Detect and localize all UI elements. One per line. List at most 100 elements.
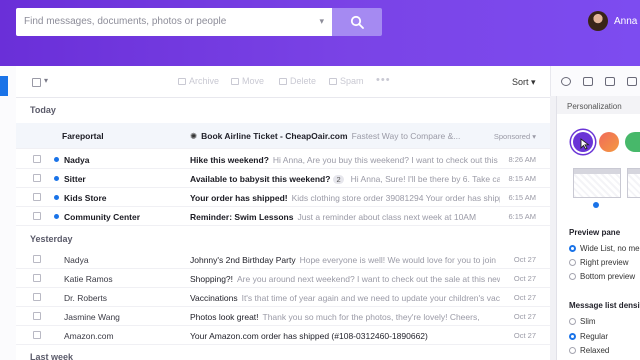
select-all-checkbox[interactable]	[32, 78, 41, 87]
preview-option-wide[interactable]: Wide List, no me	[569, 244, 640, 253]
row-subject: Hike this weekend?	[190, 155, 269, 165]
row-preview: Thank you so much for the photos, they'r…	[262, 312, 480, 322]
app-header: Find messages, documents, photos or peop…	[0, 0, 640, 66]
thumb-bar	[628, 169, 640, 174]
more-button[interactable]: •••	[376, 74, 391, 86]
folder-icon	[231, 78, 239, 85]
delete-button[interactable]: Delete	[279, 76, 316, 86]
contacts-icon[interactable]	[605, 77, 615, 86]
thumb-bar	[574, 169, 620, 174]
row-time: 8:15 AM	[508, 174, 536, 183]
unread-dot[interactable]	[54, 176, 59, 181]
theme-swatch-green[interactable]	[625, 132, 640, 152]
row-checkbox[interactable]	[33, 255, 41, 263]
row-checkbox[interactable]	[33, 174, 41, 182]
personalization-panel: Personalization Preview pane Wide List, …	[556, 96, 640, 360]
table-row[interactable]: Dr. Roberts Vaccinations It's that time of…	[16, 288, 550, 307]
density-option-slim[interactable]: Slim	[569, 317, 596, 326]
row-checkbox[interactable]	[33, 155, 41, 163]
panel-toolbar	[550, 66, 640, 96]
unread-dot[interactable]	[54, 214, 59, 219]
row-preview: Hi Anna, Are you buy this weekend? I wan…	[272, 155, 498, 165]
density-option-relaxed[interactable]: Relaxed	[569, 346, 609, 355]
notepad-icon[interactable]	[627, 77, 637, 86]
avatar[interactable]	[588, 11, 608, 31]
section-last-week: Last week	[30, 352, 74, 360]
row-subject: Your Amazon.com order has shipped (#108-…	[190, 331, 428, 341]
cursor-icon	[580, 138, 590, 150]
radio-selected	[569, 333, 576, 340]
row-subject: Shopping?!	[190, 274, 234, 284]
preview-option-bottom[interactable]: Bottom preview	[569, 272, 635, 281]
row-preview: Just a reminder about class next week at…	[297, 212, 477, 222]
layout-selected-indicator	[593, 202, 599, 208]
search-button[interactable]	[332, 8, 382, 36]
table-row[interactable]: Katie Ramos Shopping?! Are you around next…	[16, 269, 550, 288]
row-sender: Sitter	[64, 174, 86, 184]
row-checkbox[interactable]	[33, 312, 41, 320]
table-row[interactable]: Community Center Reminder: Swim Lessons Ju…	[16, 207, 550, 226]
table-row[interactable]: Amazon.com Your Amazon.com order has ship…	[16, 326, 550, 345]
spam-button[interactable]: Spam	[329, 76, 364, 86]
row-time: Oct 27	[513, 293, 536, 302]
row-checkbox[interactable]	[33, 193, 41, 201]
unread-dot[interactable]	[54, 195, 59, 200]
layout-thumb-list[interactable]	[573, 168, 621, 198]
table-row[interactable]: Sitter Available to babysit this weekend?…	[16, 169, 550, 188]
chevron-down-icon[interactable]: ▾	[44, 76, 48, 85]
radio	[569, 318, 576, 325]
sponsored-row[interactable]: Fareportal ✺ Book Airline Ticket - CheapO…	[16, 123, 550, 149]
row-sender: Nadya	[64, 255, 89, 265]
row-time: Oct 27	[513, 255, 536, 264]
calendar-icon[interactable]	[583, 77, 593, 86]
layout-thumb-preview[interactable]	[627, 168, 640, 198]
row-line: Photos look great! Thank you so much for …	[190, 312, 500, 322]
inbox-nav-indicator[interactable]	[0, 76, 8, 96]
row-sender: Jasmine Wang	[64, 312, 120, 322]
row-checkbox[interactable]	[33, 274, 41, 282]
archive-button[interactable]: Archive	[178, 76, 219, 86]
search-input[interactable]: Find messages, documents, photos or peop…	[16, 8, 332, 36]
search-placeholder: Find messages, documents, photos or peop…	[24, 16, 227, 27]
row-subject: Photos look great!	[190, 312, 259, 322]
row-time: Oct 27	[513, 312, 536, 321]
trash-icon	[279, 78, 287, 85]
radio-selected	[569, 245, 576, 252]
table-row[interactable]: Kids Store Your order has shipped! Kids cl…	[16, 188, 550, 207]
row-sender: Dr. Roberts	[64, 293, 107, 303]
table-row[interactable]: Jasmine Wang Photos look great! Thank you …	[16, 307, 550, 326]
row-sender: Amazon.com	[64, 331, 114, 341]
chevron-down-icon[interactable]: ▾	[319, 16, 324, 27]
density-heading: Message list densit	[569, 301, 640, 310]
row-subject: Your order has shipped!	[190, 193, 288, 203]
table-row[interactable]: Nadya Johnny's 2nd Birthday Party Hope eve…	[16, 250, 550, 269]
row-subject: Johnny's 2nd Birthday Party	[190, 255, 296, 265]
row-line: Your Amazon.com order has shipped (#108-…	[190, 331, 500, 341]
table-row[interactable]: Nadya Hike this weekend? Hi Anna, Are you …	[16, 150, 550, 169]
unread-dot[interactable]	[54, 157, 59, 162]
user-name[interactable]: Anna	[614, 16, 637, 27]
row-sender: Community Center	[64, 212, 141, 222]
left-rail	[0, 66, 16, 360]
row-line: Reminder: Swim Lessons Just a reminder ab…	[190, 212, 500, 222]
list-toolbar: ▾ Archive Move Delete Spam ••• Sort ▾	[16, 66, 550, 98]
radio	[569, 259, 576, 266]
density-option-regular[interactable]: Regular	[569, 332, 608, 341]
sort-button[interactable]: Sort ▾	[512, 77, 536, 88]
sponsored-label[interactable]: Sponsored ▾	[494, 132, 536, 141]
move-button[interactable]: Move	[231, 76, 264, 86]
row-checkbox[interactable]	[33, 293, 41, 301]
row-line: Johnny's 2nd Birthday Party Hope everyone…	[190, 255, 500, 265]
theme-swatch-orange[interactable]	[599, 132, 619, 152]
emoji-icon[interactable]	[561, 77, 571, 86]
row-subject: Vaccinations	[190, 293, 238, 303]
message-list: ▾ Archive Move Delete Spam ••• Sort ▾ To…	[16, 66, 550, 360]
row-checkbox[interactable]	[33, 331, 41, 339]
row-line: Shopping?! Are you around next weekend? I…	[190, 274, 500, 284]
row-sender: Kids Store	[64, 193, 107, 203]
archive-icon	[178, 78, 186, 85]
row-time: 6:15 AM	[508, 212, 536, 221]
preview-option-right[interactable]: Right preview	[569, 258, 628, 267]
row-checkbox[interactable]	[33, 212, 41, 220]
row-line: Vaccinations It's that time of year again…	[190, 293, 500, 303]
